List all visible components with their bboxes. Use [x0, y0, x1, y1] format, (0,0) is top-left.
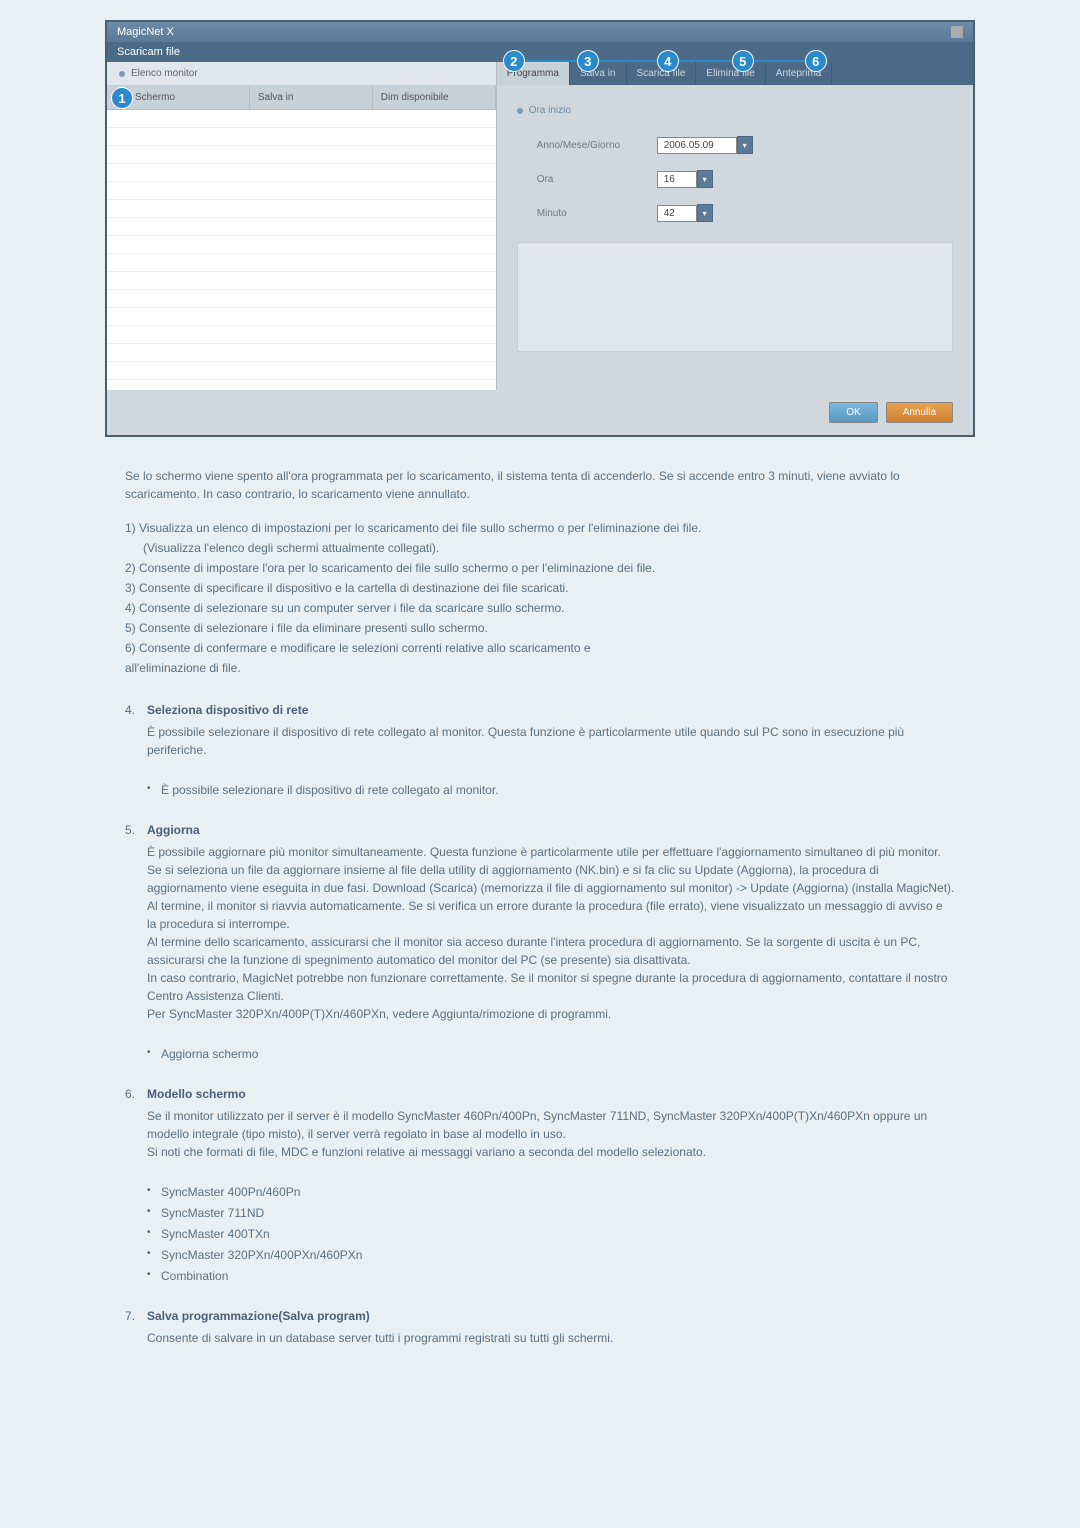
tab-elimina[interactable]: Elimina file — [696, 62, 765, 85]
list-item-1-sub: (Visualizza l'elenco degli schermi attua… — [125, 539, 955, 557]
sec5-p6: Per SyncMaster 320PXn/400P(T)Xn/460PXn, … — [147, 1005, 955, 1023]
section-4-num: 4. — [125, 701, 147, 759]
sec6-bullet-1: SyncMaster 711ND — [147, 1204, 955, 1222]
sec6-bullet-3: SyncMaster 320PXn/400PXn/460PXn — [147, 1246, 955, 1264]
app-logo: MagicNet X — [117, 26, 174, 38]
bullet-icon — [517, 108, 523, 114]
marker-4: 4 — [657, 50, 679, 72]
monitor-table-body — [107, 110, 496, 390]
list-item-5: 5) Consente di selezionare i file da eli… — [125, 619, 955, 637]
col-salva: Salva in — [250, 86, 373, 109]
marker-1: 1 — [111, 87, 133, 109]
section-5-title: Aggiorna — [147, 821, 955, 839]
section-6-num: 6. — [125, 1085, 147, 1161]
cancel-button[interactable]: Annulla — [886, 402, 953, 423]
window-title: Scaricam file — [107, 42, 973, 62]
ok-button[interactable]: OK — [829, 402, 877, 423]
section-7-num: 7. — [125, 1307, 147, 1347]
marker-5: 5 — [732, 50, 754, 72]
sec5-p5: In caso contrario, MagicNet potrebbe non… — [147, 969, 955, 1005]
section-5-num: 5. — [125, 821, 147, 1023]
section-4-title: Seleziona dispositivo di rete — [147, 701, 955, 719]
chevron-down-icon[interactable]: ▾ — [697, 204, 713, 222]
monitor-list-header: Elenco monitor — [107, 62, 496, 86]
marker-6: 6 — [805, 50, 827, 72]
bullet-icon — [119, 71, 125, 77]
sec7-body: Consente di salvare in un database serve… — [147, 1329, 955, 1347]
window-close-icon — [951, 26, 963, 38]
section-4-body: È possibile selezionare il dispositivo d… — [147, 723, 955, 759]
label-hour: Ora — [537, 174, 657, 185]
label-minute: Minuto — [537, 208, 657, 219]
list-item-4: 4) Consente di selezionare su un compute… — [125, 599, 955, 617]
intro-text: Se lo schermo viene spento all'ora progr… — [125, 467, 955, 503]
list-item-6a: 6) Consente di confermare e modificare l… — [125, 639, 955, 657]
date-input[interactable] — [657, 137, 737, 154]
minute-input[interactable] — [657, 205, 697, 222]
list-item-1: 1) Visualizza un elenco di impostazioni … — [125, 519, 955, 537]
sec5-bullet: Aggiorna schermo — [147, 1045, 955, 1063]
list-item-3: 3) Consente di specificare il dispositiv… — [125, 579, 955, 597]
col-dim: Dim disponibile — [373, 86, 496, 109]
sec5-p1: È possibile aggiornare più monitor simul… — [147, 843, 955, 861]
sec6-bullet-0: SyncMaster 400Pn/460Pn — [147, 1183, 955, 1201]
sec5-p4: Al termine dello scaricamento, assicurar… — [147, 933, 955, 969]
marker-3: 3 — [577, 50, 599, 72]
chevron-down-icon[interactable]: ▾ — [737, 136, 753, 154]
section-7-title: Salva programmazione(Salva program) — [147, 1307, 955, 1325]
list-item-2: 2) Consente di impostare l'ora per lo sc… — [125, 559, 955, 577]
sec6-p1: Se il monitor utilizzato per il server è… — [147, 1107, 955, 1143]
sec6-bullet-2: SyncMaster 400TXn — [147, 1225, 955, 1243]
hour-input[interactable] — [657, 171, 697, 188]
chevron-down-icon[interactable]: ▾ — [697, 170, 713, 188]
sec5-p3: Al termine, il monitor si riavvia automa… — [147, 897, 955, 933]
sec4-bullet: È possibile selezionare il dispositivo d… — [147, 781, 955, 799]
schedule-title: Ora inizio — [517, 105, 953, 116]
list-item-6b: all'eliminazione di file. — [125, 659, 955, 677]
sec5-p2: Se si seleziona un file da aggiornare in… — [147, 861, 955, 897]
sec6-bullet-4: Combination — [147, 1267, 955, 1285]
app-screenshot: MagicNet X Scaricam file Elenco monitor … — [105, 20, 975, 437]
label-date: Anno/Mese/Giorno — [537, 140, 657, 151]
section-6-title: Modello schermo — [147, 1085, 955, 1103]
sec6-p2: Si noti che formati di file, MDC e funzi… — [147, 1143, 955, 1161]
marker-2: 2 — [503, 50, 525, 72]
